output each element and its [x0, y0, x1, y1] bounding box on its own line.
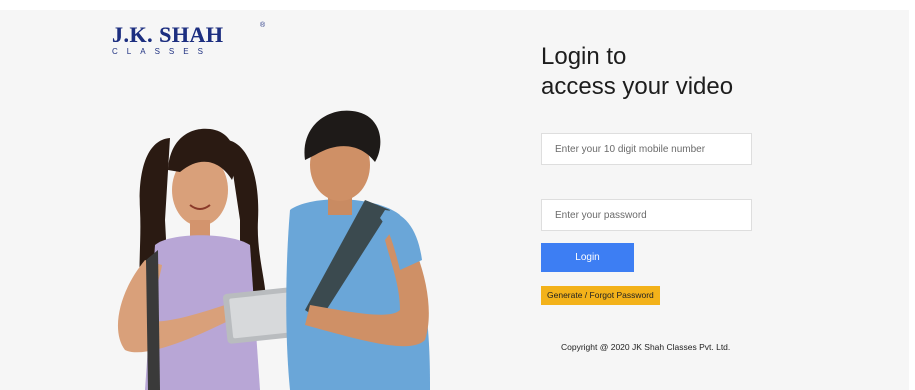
login-heading: Login to access your video — [541, 42, 733, 102]
brand-logo[interactable]: J.K. SHAH ® CLASSES — [112, 22, 272, 56]
login-page: J.K. SHAH ® CLASSES Login to access your… — [0, 0, 915, 390]
login-heading-line1: Login to — [541, 43, 627, 70]
copyright-text: Copyright @ 2020 JK Shah Classes Pvt. Lt… — [561, 342, 731, 352]
login-heading-line2: access your video — [541, 73, 734, 100]
generate-forgot-password-button[interactable]: Generate / Forgot Password — [541, 286, 660, 305]
girl-figure — [117, 128, 267, 390]
password-input[interactable] — [541, 199, 752, 231]
mobile-number-input[interactable] — [541, 133, 752, 165]
boy-figure — [286, 110, 430, 390]
right-border — [909, 0, 915, 390]
students-with-tablet-illustration — [117, 110, 430, 390]
login-button[interactable]: Login — [541, 243, 634, 272]
registered-mark: ® — [260, 22, 266, 29]
brand-name: J.K. SHAH — [112, 22, 224, 47]
brand-subtitle: CLASSES — [112, 47, 212, 56]
top-border — [0, 0, 915, 10]
